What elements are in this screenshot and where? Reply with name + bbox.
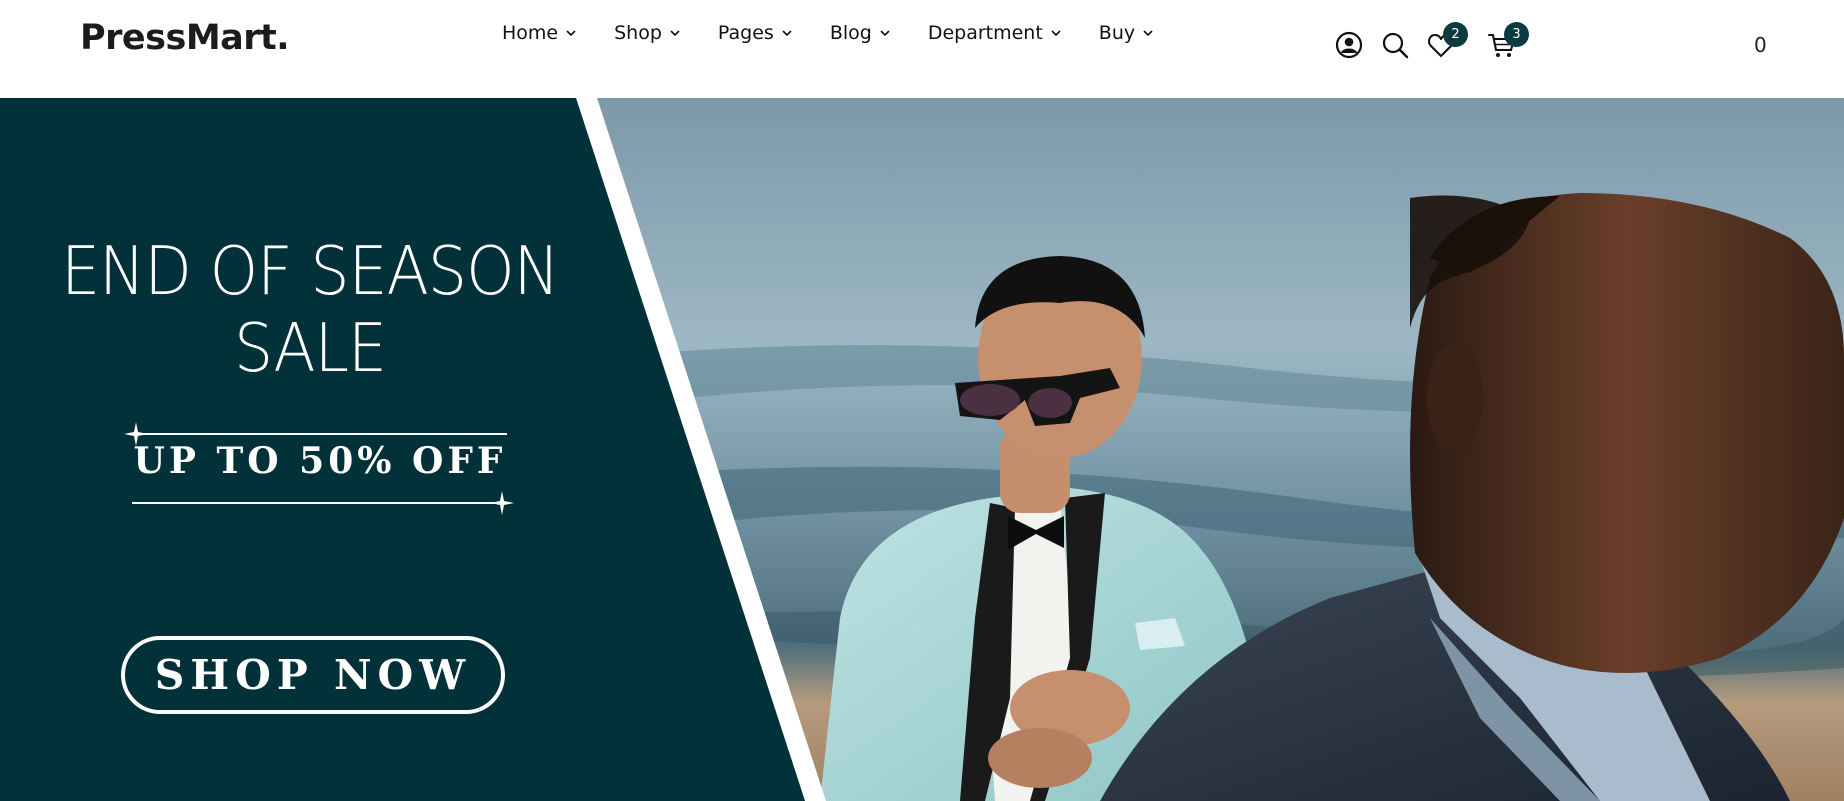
nav-item-pages[interactable]: Pages — [718, 22, 793, 44]
account-button[interactable] — [1334, 30, 1366, 62]
cart-count-badge: 3 — [1504, 22, 1529, 47]
chevron-down-icon — [1051, 30, 1061, 37]
nav-item-shop[interactable]: Shop — [614, 22, 681, 44]
search-button[interactable] — [1380, 30, 1412, 62]
hero-banner: END OF SEASON SALE UP TO 50% OFF SHOP NO… — [0, 98, 1844, 801]
headline-line-1: END OF SEASON — [61, 232, 560, 310]
cart-button[interactable]: 3 — [1487, 22, 1529, 62]
nav-item-blog[interactable]: Blog — [830, 22, 891, 44]
wishlist-button[interactable]: 2 — [1426, 22, 1468, 62]
site-header: PressMart. Home Shop Pages Blog Departme… — [0, 0, 1844, 98]
discount-text: UP TO 50% OFF — [133, 440, 507, 482]
chevron-down-icon — [670, 30, 680, 37]
nav-item-buy[interactable]: Buy — [1099, 22, 1154, 44]
nav-item-label: Pages — [717, 22, 774, 44]
nav-item-label: Department — [927, 22, 1043, 44]
hero-headline: END OF SEASON SALE — [43, 233, 577, 387]
cart-total[interactable]: 0 — [1754, 33, 1767, 57]
chevron-down-icon — [1143, 30, 1153, 37]
search-icon — [1382, 32, 1409, 59]
user-circle-icon — [1335, 31, 1363, 59]
chevron-down-icon — [782, 30, 792, 37]
shop-now-button[interactable]: SHOP NOW — [121, 636, 505, 714]
discount-banner: UP TO 50% OFF — [120, 410, 520, 515]
site-logo[interactable]: PressMart. — [80, 18, 290, 58]
nav-item-home[interactable]: Home — [502, 22, 577, 44]
main-nav: Home Shop Pages Blog Department Buy — [502, 20, 1191, 46]
wishlist-count-badge: 2 — [1443, 22, 1468, 47]
chevron-down-icon — [880, 30, 890, 37]
discount-bottom-line — [132, 502, 507, 504]
sparkle-icon — [490, 491, 514, 515]
discount-top-line — [132, 433, 507, 435]
nav-item-label: Buy — [1098, 22, 1136, 44]
nav-item-label: Blog — [829, 22, 872, 44]
nav-item-department[interactable]: Department — [928, 22, 1062, 44]
nav-item-label: Home — [502, 22, 559, 44]
headline-line-2: SALE — [233, 309, 387, 387]
chevron-down-icon — [566, 30, 576, 37]
nav-item-label: Shop — [614, 22, 662, 44]
